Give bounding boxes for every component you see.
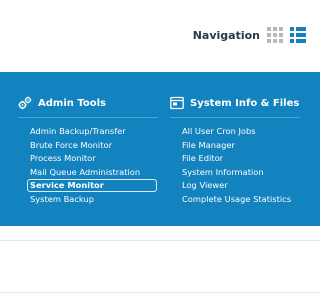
- section-divider: [170, 117, 300, 118]
- content-divider: [0, 240, 320, 241]
- content-divider: [0, 292, 320, 293]
- top-bar: Navigation: [0, 0, 320, 72]
- system-info-files-header: System Info & Files: [170, 96, 299, 110]
- section-title: System Info & Files: [190, 97, 300, 109]
- link-brute-force-monitor[interactable]: Brute Force Monitor: [30, 140, 112, 150]
- admin-tools-header: Admin Tools: [18, 96, 106, 110]
- list-item[interactable]: All User Cron Jobs: [182, 125, 291, 139]
- list-item[interactable]: System Backup: [30, 193, 140, 207]
- link-file-editor[interactable]: File Editor: [182, 153, 223, 163]
- list-item[interactable]: File Editor: [182, 152, 291, 166]
- link-process-monitor[interactable]: Process Monitor: [30, 153, 96, 163]
- navigation-panel: Admin Tools Admin Backup/Transfer Brute …: [0, 72, 320, 226]
- admin-tools-list: Admin Backup/Transfer Brute Force Monito…: [27, 125, 157, 207]
- list-item[interactable]: Mail Queue Administration: [30, 166, 140, 180]
- list-item[interactable]: Admin Backup/Transfer: [30, 125, 140, 139]
- link-system-information[interactable]: System Information: [182, 167, 264, 177]
- navigation-label: Navigation: [192, 29, 260, 42]
- section-title: Admin Tools: [38, 97, 106, 109]
- list-item[interactable]: Process Monitor: [30, 152, 140, 166]
- list-item[interactable]: Log Viewer: [182, 179, 291, 193]
- list-item-active[interactable]: Service Monitor: [27, 179, 157, 193]
- link-complete-usage-statistics[interactable]: Complete Usage Statistics: [182, 194, 291, 204]
- link-all-user-cron-jobs[interactable]: All User Cron Jobs: [182, 126, 256, 136]
- gears-icon: [18, 96, 32, 110]
- list-item[interactable]: Complete Usage Statistics: [182, 193, 291, 207]
- section-divider: [18, 117, 158, 118]
- list-item[interactable]: File Manager: [182, 139, 291, 153]
- list-view-button[interactable]: [290, 27, 306, 43]
- grid-icon: [267, 27, 283, 43]
- list-item[interactable]: System Information: [182, 166, 291, 180]
- list-item[interactable]: Brute Force Monitor: [30, 139, 140, 153]
- browser-window-icon: [170, 96, 184, 110]
- system-info-files-list: All User Cron Jobs File Manager File Edi…: [182, 125, 291, 207]
- list-icon: [290, 27, 306, 43]
- focus-ring: [27, 179, 157, 193]
- link-log-viewer[interactable]: Log Viewer: [182, 180, 228, 190]
- grid-view-button[interactable]: [267, 27, 283, 43]
- link-system-backup[interactable]: System Backup: [30, 194, 94, 204]
- link-mail-queue-administration[interactable]: Mail Queue Administration: [30, 167, 140, 177]
- link-file-manager[interactable]: File Manager: [182, 140, 235, 150]
- link-admin-backup-transfer[interactable]: Admin Backup/Transfer: [30, 126, 126, 136]
